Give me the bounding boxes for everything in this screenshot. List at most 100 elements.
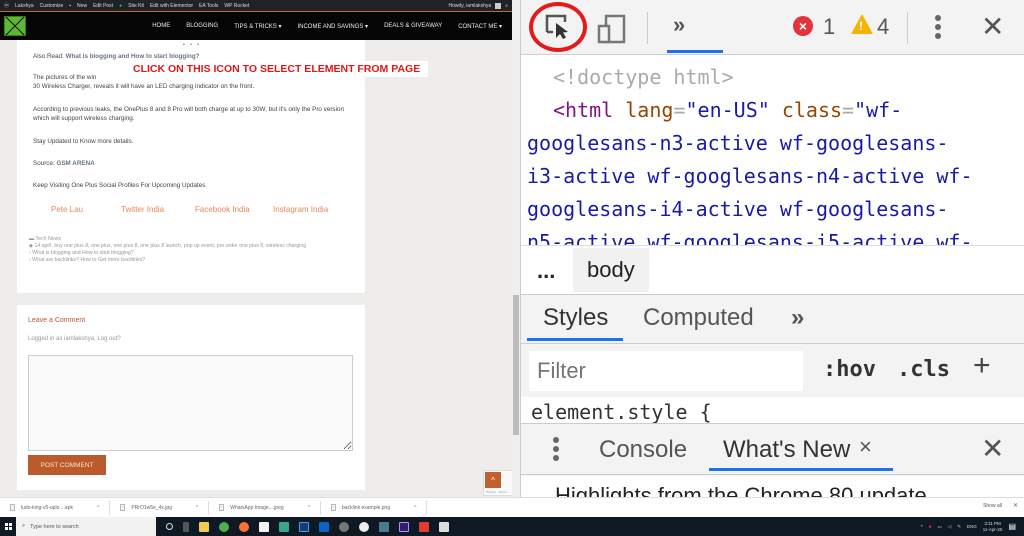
nav-home[interactable]: HOME [152, 23, 170, 30]
scroll-to-top-button[interactable]: ^ [485, 472, 501, 488]
download-item[interactable]: PRrO1w5e_4x.jpg ^ [110, 500, 210, 515]
after-effects-icon[interactable] [399, 521, 409, 532]
dom-tree[interactable]: <!doctype html> <html lang="en-US" class… [521, 55, 1024, 245]
more-panes-button[interactable]: » [791, 304, 804, 332]
customize-menu-icon[interactable] [934, 12, 942, 42]
close-drawer-icon[interactable]: ✕ [981, 432, 1004, 465]
nav-blogging[interactable]: BLOGGING [186, 23, 218, 30]
admin-bar-customize[interactable]: Customize [40, 3, 64, 9]
chevron-up-icon[interactable]: ^ [414, 505, 416, 511]
store-icon[interactable] [259, 521, 269, 532]
slider-dots[interactable]: • • • [183, 42, 201, 48]
outlook-icon[interactable] [319, 521, 329, 532]
language-indicator[interactable]: ENG [967, 524, 977, 529]
prev-post-link[interactable]: What is blogging and How to start bloggi… [32, 250, 134, 256]
admin-bar-elementor[interactable]: Edit with Elementor [150, 3, 193, 9]
page-scrollbar[interactable] [512, 0, 520, 497]
wordpress-logo-icon[interactable]: ⓦ [4, 2, 9, 9]
element-style-rule[interactable]: element.style { [521, 397, 1024, 423]
admin-bar-wp-rocket[interactable]: WP Rocket [224, 3, 249, 9]
seo-status-icon[interactable]: ● [119, 3, 122, 9]
windows-start-icon[interactable] [0, 517, 16, 536]
tab-whats-new[interactable]: What's New [723, 436, 850, 464]
cortana-icon[interactable] [166, 523, 173, 530]
styles-filter-input[interactable] [529, 351, 803, 391]
file-explorer-icon[interactable] [199, 521, 209, 532]
nav-deals-giveaway[interactable]: DEALS & GIVEAWAY [384, 23, 442, 30]
breadcrumb-body[interactable]: body [573, 248, 649, 292]
admin-bar-edit-post[interactable]: Edit Post [93, 3, 113, 9]
category-link[interactable]: Tech News [36, 236, 61, 242]
network-icon[interactable]: ▭ [937, 524, 941, 530]
chevron-up-icon[interactable]: ^ [97, 505, 99, 511]
notifications-icon[interactable]: ▤ [1008, 522, 1016, 531]
app-icon[interactable] [379, 521, 389, 532]
close-devtools-icon[interactable]: ✕ [981, 10, 1004, 43]
link-facebook-india[interactable]: Facebook India [195, 205, 273, 214]
recorder-icon[interactable] [419, 521, 429, 532]
post-comment-button[interactable]: POST COMMENT [28, 455, 106, 475]
close-tab-icon[interactable]: × [859, 434, 872, 460]
scrollbar-thumb[interactable] [513, 295, 519, 435]
inspect-element-icon[interactable] [543, 12, 571, 40]
nav-tips-tricks[interactable]: TIPS & TRICKS ▾ [234, 23, 281, 30]
show-all-button[interactable]: Show all [983, 503, 1002, 509]
next-post-link[interactable]: What are backlinks? How to Get more back… [32, 257, 145, 263]
task-view-icon[interactable] [183, 521, 189, 532]
tags-list[interactable]: 14 april, buy one plus 8, one plus, one … [34, 243, 306, 249]
device-toolbar-icon[interactable] [597, 14, 627, 44]
chevron-up-icon[interactable]: ^ [921, 524, 923, 529]
comments-icon[interactable]: ▪ [69, 3, 71, 9]
avatar[interactable] [495, 2, 502, 9]
pen-icon[interactable]: ✎ [957, 524, 961, 530]
download-item[interactable]: WhatsApp Image....jpeg ^ [209, 500, 322, 515]
class-toggle[interactable]: .cls [897, 357, 950, 382]
chevron-up-icon[interactable]: ^ [196, 505, 198, 511]
new-style-rule-icon[interactable]: + [973, 349, 991, 383]
logged-in-text[interactable]: Logged in as iamlakshya, Log out? [28, 336, 121, 342]
error-icon[interactable]: × [793, 16, 813, 36]
admin-bar-greeting[interactable]: Howdy, iamlakshya [448, 3, 491, 9]
warning-count[interactable]: 4 [877, 14, 889, 40]
warning-icon[interactable]: ! [851, 14, 873, 34]
site-logo[interactable] [4, 16, 26, 36]
admin-bar-ea-tools[interactable]: EA Tools [199, 3, 218, 9]
tab-styles[interactable]: Styles [543, 304, 608, 332]
app-tray-icon[interactable]: ■ [929, 524, 932, 529]
nav-contact-me[interactable]: CONTACT ME ▾ [458, 23, 502, 30]
admin-bar-new[interactable]: New [77, 3, 87, 9]
error-count[interactable]: 1 [823, 14, 835, 40]
breadcrumb-ellipsis[interactable]: ... [537, 258, 555, 284]
download-item[interactable]: backlink example.png ^ [321, 500, 428, 515]
tab-computed[interactable]: Computed [643, 304, 754, 332]
app-icon[interactable] [359, 521, 369, 532]
app-icon[interactable] [339, 521, 349, 532]
admin-bar-site-kit[interactable]: Site Kit [128, 3, 144, 9]
source-link[interactable]: GSM ARENA [56, 160, 94, 167]
search-icon[interactable]: ⌕ [505, 3, 508, 9]
also-read-link[interactable]: What is blogging and How to start bloggi… [66, 53, 200, 60]
link-pete-lau[interactable]: Pete Lau [51, 205, 121, 214]
admin-bar-site[interactable]: Lakshya [15, 3, 34, 9]
app-icon[interactable] [279, 521, 289, 532]
link-instagram-india[interactable]: Instagram India [273, 205, 328, 214]
taskbar-search[interactable]: ⌕ Type here to search [16, 517, 156, 536]
download-item[interactable]: ludo-king-v5-uplo....apk ^ [0, 500, 111, 515]
chrome-icon[interactable] [219, 521, 229, 532]
comment-textarea[interactable] [28, 355, 353, 451]
dom-line-html[interactable]: <html lang="en-US" class="wf- [527, 94, 1024, 127]
photoshop-icon[interactable] [299, 521, 309, 532]
firefox-icon[interactable] [239, 521, 249, 532]
tab-console[interactable]: Console [599, 436, 687, 464]
app-icon[interactable] [439, 521, 449, 532]
volume-icon[interactable]: ◁ [948, 524, 951, 530]
close-downloads-icon[interactable]: ✕ [1013, 502, 1018, 509]
more-tabs-button[interactable]: » [673, 12, 685, 38]
drawer-menu-icon[interactable] [553, 434, 559, 464]
hover-state-toggle[interactable]: :hov [823, 357, 876, 382]
link-twitter-india[interactable]: Twitter India [121, 205, 195, 214]
dom-line-doctype[interactable]: <!doctype html> [527, 61, 1024, 94]
nav-income-savings[interactable]: INCOME AND SAVINGS ▾ [297, 23, 368, 30]
clock[interactable]: 3:11 PM 11-Apr-20 [983, 521, 1003, 533]
chevron-up-icon[interactable]: ^ [308, 505, 310, 511]
